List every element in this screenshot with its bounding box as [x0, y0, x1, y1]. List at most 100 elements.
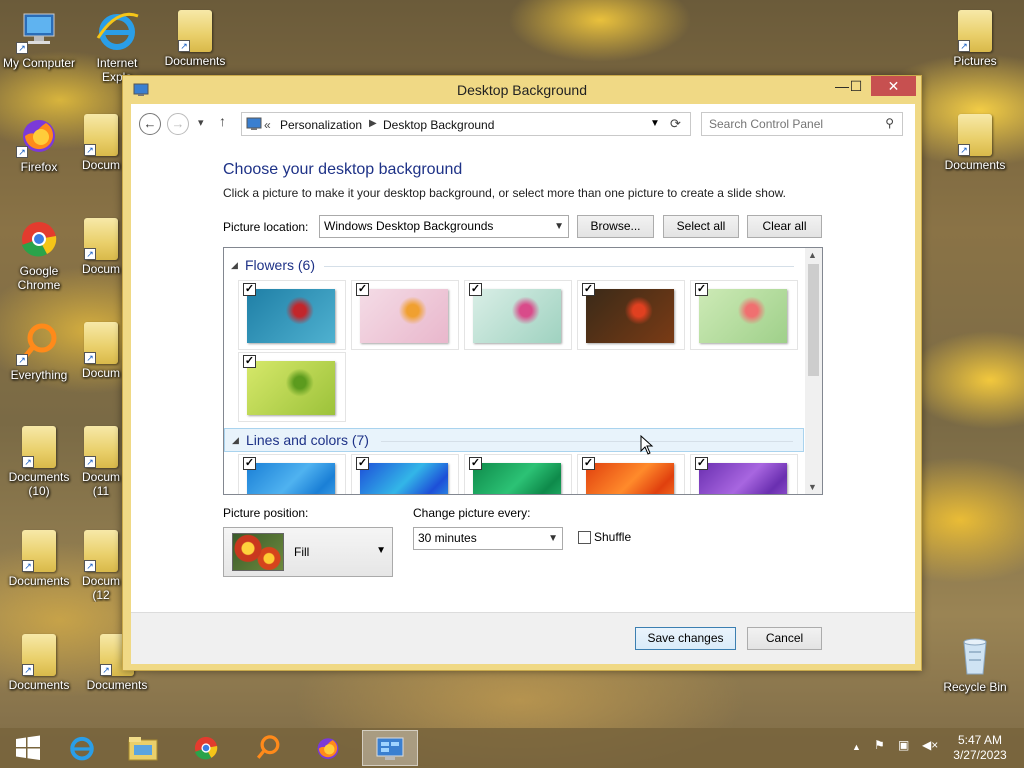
close-button[interactable]: ✕	[871, 76, 916, 96]
folder-icon: ↗	[22, 426, 56, 468]
search-icon[interactable]: ⚲	[885, 116, 894, 130]
chevron-down-icon: ▼	[548, 533, 558, 544]
wallpaper-thumbnail[interactable]: ✓	[351, 454, 459, 494]
desktop-icon-documents-10[interactable]: ↗ Documents (10)	[0, 424, 78, 498]
wallpaper-thumbnail[interactable]: ✓	[351, 280, 459, 350]
wallpaper-thumbnail[interactable]: ✓	[577, 454, 685, 494]
desktop-icon-docum-3[interactable]: ↗ Docum	[78, 320, 124, 380]
wallpaper-thumbnail[interactable]: ✓	[464, 280, 572, 350]
wallpaper-thumbnail[interactable]: ✓	[690, 280, 798, 350]
taskbar-chrome[interactable]	[178, 730, 234, 766]
back-button[interactable]: ←	[139, 113, 161, 135]
address-bar[interactable]: « Personalization ▶ Desktop Background ▼…	[241, 112, 691, 136]
shuffle-checkbox[interactable]	[578, 531, 591, 544]
desktop-icon-documents-top[interactable]: ↗ Documents	[156, 8, 234, 68]
shuffle-label[interactable]: Shuffle	[594, 530, 631, 544]
scrollbar-thumb[interactable]	[808, 264, 819, 376]
desktop-icon-documents-right[interactable]: ↗ Documents	[936, 112, 1014, 172]
taskbar-control-panel[interactable]	[362, 730, 418, 766]
desktop-icon-my-computer[interactable]: ↗ My Computer	[0, 8, 78, 70]
desktop-icon-docum-1[interactable]: ↗ Docum	[78, 112, 124, 172]
picture-list-scrollbar[interactable]: ▲ ▼	[805, 248, 822, 494]
wallpaper-thumbnail[interactable]: ✓	[238, 454, 346, 494]
taskbar-internet-explorer[interactable]	[54, 730, 110, 766]
taskbar-file-explorer[interactable]	[115, 730, 171, 766]
taskbar-firefox[interactable]	[300, 730, 356, 766]
clear-all-button[interactable]: Clear all	[747, 215, 822, 238]
forward-button[interactable]: →	[167, 113, 189, 135]
wallpaper-thumbnail[interactable]: ✓	[238, 352, 346, 422]
breadcrumb-personalization[interactable]: Personalization	[280, 118, 362, 132]
maximize-button[interactable]: ☐	[841, 76, 871, 96]
desktop-icon-label: Everything	[10, 368, 68, 382]
wallpaper-thumbnail[interactable]: ✓	[238, 280, 346, 350]
thumbnail-checkbox[interactable]: ✓	[469, 457, 482, 470]
search-box[interactable]: ⚲	[701, 112, 903, 136]
desktop-icon-documents-mid[interactable]: ↗ Documents	[0, 528, 78, 588]
dialog-footer: Save changes Cancel	[131, 612, 915, 664]
title-bar[interactable]: Desktop Background — ☐ ✕	[123, 76, 921, 104]
breadcrumb-overflow[interactable]: «	[264, 118, 271, 132]
volume-muted-icon[interactable]: ◀×	[922, 738, 938, 752]
up-button[interactable]: ↑	[219, 113, 226, 129]
picture-location-select[interactable]: Windows Desktop Backgrounds ▼	[319, 215, 569, 238]
folder-icon: ↗	[84, 114, 118, 156]
wallpaper-preview-image	[699, 289, 787, 343]
thumbnail-checkbox[interactable]: ✓	[356, 283, 369, 296]
desktop-icon-google-chrome[interactable]: Google Chrome	[0, 216, 78, 292]
breadcrumb-desktop-background[interactable]: Desktop Background	[383, 118, 494, 132]
change-interval-select[interactable]: 30 minutes ▼	[413, 527, 563, 550]
thumbnail-checkbox[interactable]: ✓	[469, 283, 482, 296]
desktop-icon-pictures[interactable]: ↗ Pictures	[936, 8, 1014, 68]
desktop-icon-label: Firefox	[20, 160, 58, 174]
show-hidden-icons-chevron-icon[interactable]: ▲	[852, 742, 861, 752]
browse-button[interactable]: Browse...	[577, 215, 654, 238]
select-all-button[interactable]: Select all	[663, 215, 739, 238]
search-input[interactable]	[709, 114, 879, 134]
desktop-icon-docum-11[interactable]: ↗ Docum (11	[78, 424, 124, 498]
thumbnail-checkbox[interactable]: ✓	[582, 283, 595, 296]
start-button[interactable]	[0, 730, 56, 766]
action-center-flag-icon[interactable]: ⚑	[874, 738, 885, 752]
desktop-icon-docum-12[interactable]: ↗ Docum (12	[78, 528, 124, 602]
group-header-lines-and-colors[interactable]: ◢ Lines and colors (7)	[224, 428, 804, 452]
wallpaper-thumbnail[interactable]: ✓	[464, 454, 572, 494]
network-icon[interactable]: ▣	[898, 738, 909, 752]
wallpaper-thumbnail[interactable]: ✓	[690, 454, 798, 494]
desktop-icon-docum-2[interactable]: ↗ Docum	[78, 216, 124, 276]
desktop-icon-recycle-bin[interactable]: Recycle Bin	[936, 632, 1014, 694]
thumbnail-checkbox[interactable]: ✓	[243, 457, 256, 470]
thumbnail-checkbox[interactable]: ✓	[695, 457, 708, 470]
cancel-button[interactable]: Cancel	[747, 627, 822, 650]
desktop-icon-everything[interactable]: ↗ Everything	[0, 320, 78, 382]
refresh-button[interactable]: ⟳	[670, 116, 681, 132]
picture-position-select[interactable]: Fill ▼	[223, 527, 393, 577]
address-history-chevron-icon[interactable]: ▼	[650, 118, 660, 129]
desktop-icon-internet-explorer[interactable]: Internet Explo	[78, 8, 156, 84]
save-changes-button[interactable]: Save changes	[635, 627, 736, 650]
desktop-icon-label: Documents	[8, 678, 70, 692]
desktop-icon-label: Documents	[944, 158, 1006, 172]
desktop-icon-documents-bottom-1[interactable]: ↗ Documents	[0, 632, 78, 692]
desktop-icon-firefox[interactable]: ↗ Firefox	[0, 112, 78, 174]
thumbnail-checkbox[interactable]: ✓	[243, 355, 256, 368]
thumbnail-checkbox[interactable]: ✓	[695, 283, 708, 296]
thumbnail-checkbox[interactable]: ✓	[582, 457, 595, 470]
group-divider	[324, 266, 794, 267]
thumbnail-checkbox[interactable]: ✓	[243, 283, 256, 296]
picture-list[interactable]: ◢ Flowers (6) ✓ ✓ ✓ ✓ ✓ ✓ ◢ Lines and colors …	[223, 247, 823, 495]
chrome-icon	[16, 216, 62, 262]
taskbar-everything[interactable]	[240, 730, 296, 766]
scroll-down-icon[interactable]: ▼	[808, 482, 817, 492]
scroll-up-icon[interactable]: ▲	[808, 250, 817, 260]
taskbar-clock[interactable]: 5:47 AM 3/27/2023	[950, 733, 1010, 763]
group-header-flowers[interactable]: ◢ Flowers (6)	[224, 254, 804, 278]
picture-location-value: Windows Desktop Backgrounds	[324, 219, 494, 233]
folder-icon: ↗	[84, 426, 118, 468]
wallpaper-preview-image	[473, 463, 561, 494]
group-title: Flowers (6)	[245, 257, 316, 273]
thumbnail-checkbox[interactable]: ✓	[356, 457, 369, 470]
wallpaper-thumbnail[interactable]: ✓	[577, 280, 685, 350]
recent-pages-dropdown[interactable]: ▾	[198, 116, 204, 129]
chevron-down-icon: ▼	[376, 545, 386, 556]
